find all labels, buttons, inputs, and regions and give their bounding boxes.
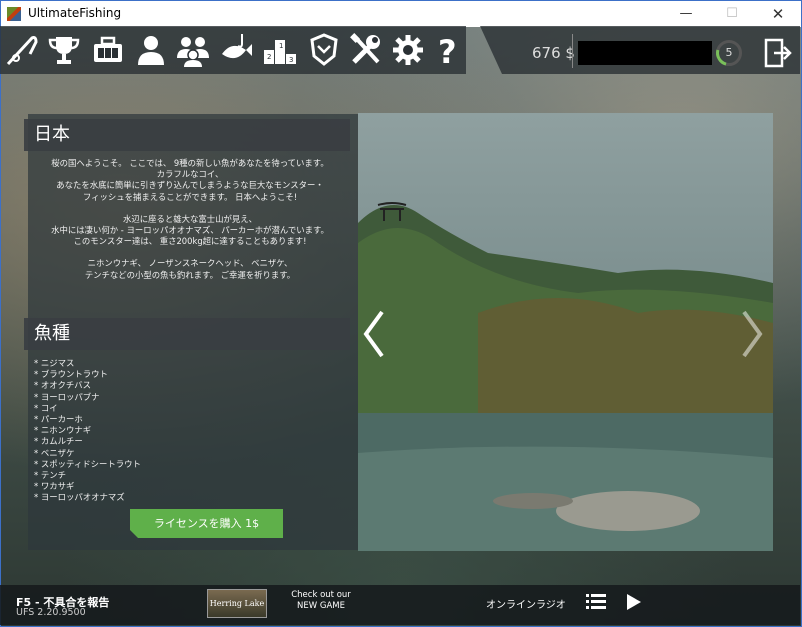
profile-icon[interactable] [133, 32, 169, 68]
title-bar: UltimateFishing — ☐ ✕ [1, 1, 801, 27]
window-title: UltimateFishing [28, 6, 122, 20]
next-location-arrow[interactable] [740, 310, 764, 358]
tools-icon[interactable] [348, 32, 384, 68]
species-item: オオクチバス [34, 380, 141, 391]
previous-location-arrow[interactable] [362, 310, 386, 358]
help-icon[interactable]: ? [430, 32, 466, 68]
species-item: カムルチー [34, 436, 141, 447]
gear-icon[interactable] [390, 32, 426, 68]
species-item: ブラウントラウト [34, 369, 141, 380]
species-item: コイ [34, 403, 141, 414]
fishing-rod-icon[interactable] [4, 32, 40, 68]
hooked-fish-icon[interactable] [218, 32, 254, 68]
new-game-promo[interactable]: Check out our NEW GAME [286, 590, 356, 612]
online-radio-label: オンラインラジオ [486, 600, 566, 611]
playlist-icon[interactable] [586, 594, 606, 610]
play-icon[interactable] [626, 593, 642, 611]
description-paragraph: 水辺に座ると雄大な富士山が見え、 水中には凄い何か - ヨーロッパオオナマズ、 … [51, 213, 329, 247]
species-item: ヨーロッパブナ [34, 392, 141, 403]
trophy-icon[interactable] [46, 32, 82, 68]
species-item: スポッティドシートラウト [34, 459, 141, 470]
svg-text:1: 1 [279, 42, 283, 50]
minimize-button[interactable]: — [663, 1, 709, 27]
svg-text:?: ? [438, 33, 457, 68]
description-paragraph: ニホンウナギ、 ノーザンスネークヘッド、 ベニザケ、 テンチなどの小型の魚も釣れ… [84, 258, 296, 280]
main-toolbar: 12 3 ? [0, 26, 466, 74]
species-title: 魚種 [24, 318, 350, 350]
location-description: 桜の国へようこそ。 ここでは、 9種の新しい魚があなたを待っています。 カラフル… [32, 158, 348, 281]
location-preview-image [358, 113, 773, 551]
experience-bar [578, 41, 712, 65]
species-item: ワカサギ [34, 481, 141, 492]
leaderboard-icon[interactable]: 12 3 [262, 32, 298, 68]
svg-text:2: 2 [267, 53, 271, 61]
buy-license-button[interactable]: ライセンスを購入 1$ [130, 509, 283, 538]
species-item: ヨーロッパオオナマズ [34, 492, 141, 503]
footer-bar [0, 585, 800, 625]
species-item: パーカーホ [34, 414, 141, 425]
tackle-box-icon[interactable] [90, 32, 126, 68]
status-divider [572, 34, 573, 68]
location-title: 日本 [24, 119, 350, 151]
species-item: ベニザケ [34, 448, 141, 459]
herring-lake-banner[interactable]: Herring Lake [207, 589, 267, 618]
app-icon [7, 7, 21, 21]
species-list: ニジマス ブラウントラウト オオクチバス ヨーロッパブナ コイ パーカーホ ニホ… [34, 358, 141, 504]
shield-badge-icon[interactable] [306, 32, 342, 68]
species-item: テンチ [34, 470, 141, 481]
level-indicator: 5 [716, 40, 742, 66]
description-paragraph: 桜の国へようこそ。 ここでは、 9種の新しい魚があなたを待っています。 カラフル… [51, 158, 329, 202]
species-item: ニホンウナギ [34, 425, 141, 436]
maximize-button[interactable]: ☐ [709, 1, 755, 27]
version-label: UFS 2.20.9500 [16, 607, 86, 618]
multiplayer-icon[interactable] [175, 32, 211, 68]
close-button[interactable]: ✕ [755, 1, 801, 27]
species-item: ニジマス [34, 358, 141, 369]
exit-icon[interactable] [764, 38, 792, 68]
svg-text:3: 3 [289, 56, 293, 64]
money-display: 676 $ [532, 44, 575, 62]
